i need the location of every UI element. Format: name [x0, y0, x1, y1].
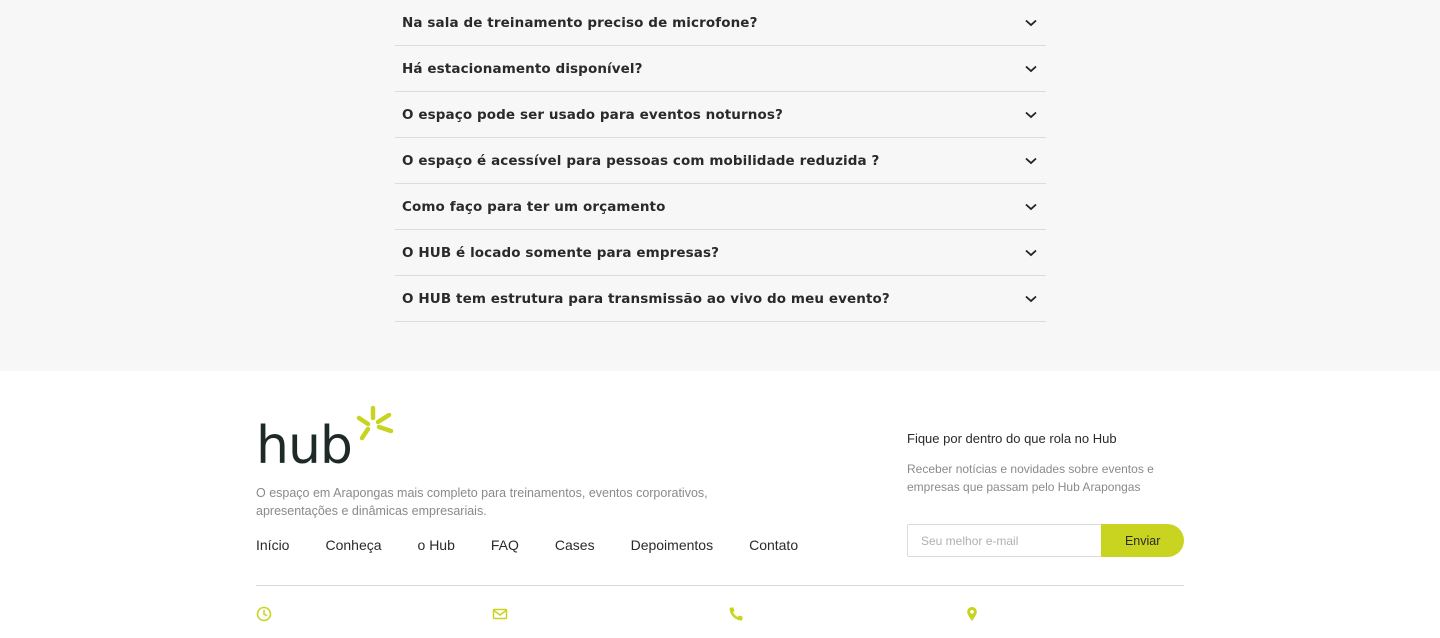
chevron-down-icon[interactable] [1024, 200, 1038, 214]
phone-icon [728, 606, 744, 622]
faq-question: O HUB é locado somente para empresas? [402, 244, 720, 261]
footer-tagline: O espaço em Arapongas mais completo para… [256, 486, 708, 518]
footer-nav-cases[interactable]: Cases [555, 537, 595, 553]
logo-spark-icon [356, 405, 394, 441]
faq-item[interactable]: Há estacionamento disponível? [395, 46, 1046, 92]
faq-section: Na sala de treinamento preciso de microf… [0, 0, 1440, 371]
newsletter-description: Receber notícias e novidades sobre event… [907, 462, 1154, 494]
faq-question: O espaço pode ser usado para eventos not… [402, 106, 783, 123]
chevron-down-icon[interactable] [1024, 154, 1038, 168]
newsletter: Fique por dentro do que rola no Hub Rece… [907, 431, 1187, 557]
chevron-down-icon[interactable] [1024, 16, 1038, 30]
faq-item[interactable]: Na sala de treinamento preciso de microf… [395, 0, 1046, 46]
faq-question: Como faço para ter um orçamento [402, 198, 666, 215]
footer-nav-depoimentos[interactable]: Depoimentos [631, 537, 714, 553]
faq-question: Há estacionamento disponível? [402, 60, 643, 77]
logo-wordmark: hub [256, 416, 352, 467]
footer-nav-o-hub[interactable]: o Hub [418, 537, 455, 553]
faq-item[interactable]: O espaço é acessível para pessoas com mo… [395, 138, 1046, 184]
footer-nav-faq[interactable]: FAQ [491, 537, 519, 553]
contact-icons-row [0, 606, 1440, 626]
clock-icon [256, 606, 272, 622]
divider [256, 585, 1184, 586]
footer-nav-contato[interactable]: Contato [749, 537, 798, 553]
map-pin-icon [964, 606, 980, 622]
chevron-down-icon[interactable] [1024, 62, 1038, 76]
newsletter-title: Fique por dentro do que rola no Hub [907, 431, 1117, 446]
footer-nav-inicio[interactable]: Início [256, 537, 289, 553]
footer-nav-conheca[interactable]: Conheça [325, 537, 381, 553]
faq-question: O espaço é acessível para pessoas com mo… [402, 152, 880, 169]
footer: hub O espaço em Arapongas mais completo … [0, 371, 1440, 638]
faq-item[interactable]: O espaço pode ser usado para eventos not… [395, 92, 1046, 138]
send-button[interactable]: Enviar [1101, 524, 1184, 557]
faq-item[interactable]: O HUB é locado somente para empresas? [395, 230, 1046, 276]
faq-list: Na sala de treinamento preciso de microf… [395, 0, 1046, 322]
chevron-down-icon[interactable] [1024, 108, 1038, 122]
faq-item[interactable]: O HUB tem estrutura para transmissão ao … [395, 276, 1046, 322]
envelope-icon [492, 606, 508, 622]
chevron-down-icon[interactable] [1024, 292, 1038, 306]
faq-question: O HUB tem estrutura para transmissão ao … [402, 290, 890, 307]
email-field[interactable] [907, 524, 1102, 557]
faq-item[interactable]: Como faço para ter um orçamento [395, 184, 1046, 230]
faq-question: Na sala de treinamento preciso de microf… [402, 14, 758, 31]
newsletter-form: Enviar [907, 524, 1184, 557]
footer-nav: Início Conheça o Hub FAQ Cases Depoiment… [256, 537, 834, 553]
chevron-down-icon[interactable] [1024, 246, 1038, 260]
hub-logo[interactable]: hub [256, 405, 396, 476]
